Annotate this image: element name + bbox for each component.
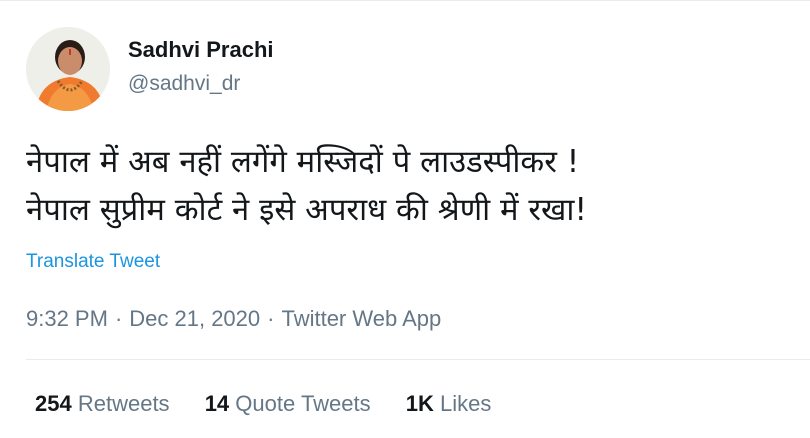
tweet-meta: 9:32 PM · Dec 21, 2020 · Twitter Web App <box>26 305 441 333</box>
top-border <box>0 0 810 1</box>
quote-tweets-count: 14 <box>204 391 230 416</box>
quote-tweets-stat[interactable]: 14 Quote Tweets <box>205 390 371 418</box>
engagement-stats: 254 Retweets 14 Quote Tweets 1K Likes <box>35 390 520 418</box>
avatar[interactable] <box>26 27 110 111</box>
tweet-text: नेपाल में अब नहीं लगेंगे मस्जिदों पे लाउ… <box>26 138 796 234</box>
retweets-label: Retweets <box>77 391 170 416</box>
tweet-time-link[interactable]: 9:32 PM <box>26 306 108 331</box>
tweet-date-link[interactable]: Dec 21, 2020 <box>129 306 260 331</box>
meta-separator: · <box>114 306 123 331</box>
meta-separator: · <box>267 306 275 331</box>
user-handle[interactable]: @sadhvi_dr <box>128 71 240 97</box>
retweets-stat[interactable]: 254 Retweets <box>35 390 170 418</box>
likes-count: 1K <box>405 391 434 416</box>
likes-stat[interactable]: 1K Likes <box>406 390 492 418</box>
translate-tweet-link[interactable]: Translate Tweet <box>26 250 160 274</box>
retweets-count: 254 <box>35 391 72 416</box>
tweet-text-line-2: नेपाल सुप्रीम कोर्ट ने इसे अपराध की श्रे… <box>26 192 587 228</box>
stats-divider <box>26 359 810 360</box>
likes-label: Likes <box>440 391 492 416</box>
tweet-source-link[interactable]: Twitter Web App <box>281 306 441 331</box>
display-name[interactable]: Sadhvi Prachi <box>128 36 274 64</box>
avatar-photo <box>26 27 110 111</box>
tweet-text-line-1: नेपाल में अब नहीं लगेंगे मस्जिदों पे लाउ… <box>26 144 580 180</box>
quote-tweets-label: Quote Tweets <box>235 391 371 416</box>
